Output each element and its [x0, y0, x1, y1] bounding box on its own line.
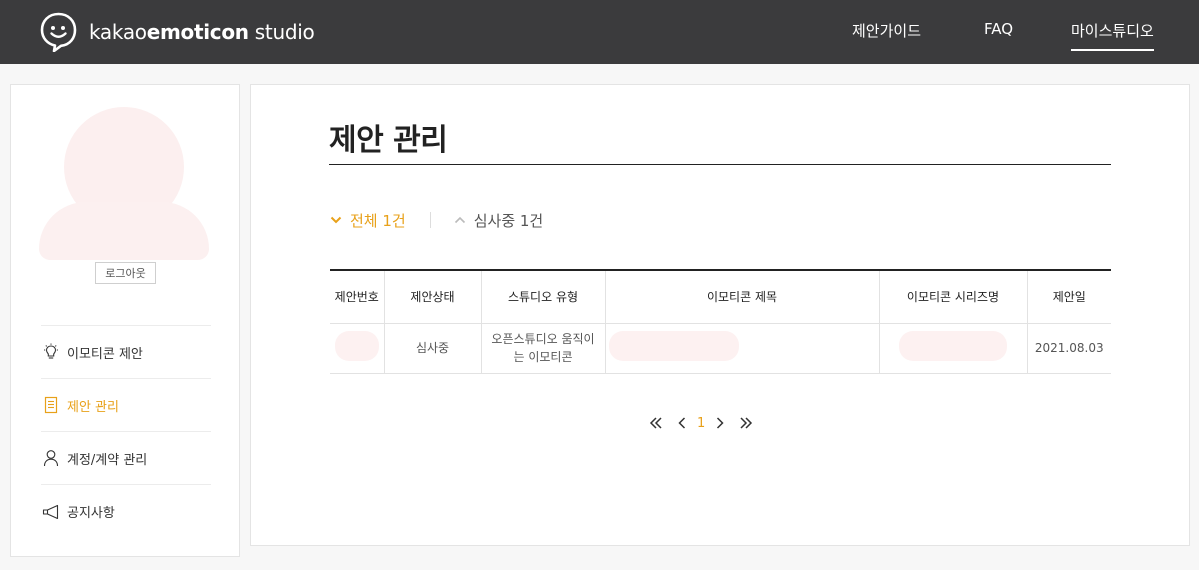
sidebar-item-label: 제안 관리 [67, 399, 119, 415]
logo-text: kakaoemoticon studio [89, 20, 315, 44]
cell-emoticon-title[interactable] [604, 323, 879, 374]
proposal-table: 제안번호 제안상태 스튜디오 유형 이모티콘 제목 이모티콘 시리즈명 제안일 … [330, 269, 1111, 374]
lightbulb-icon [41, 342, 61, 362]
cell-status: 심사중 [383, 323, 481, 374]
column-header: 이모티콘 시리즈명 [878, 269, 1027, 324]
redacted-number [334, 330, 379, 361]
filter-all-label: 전체 1건 [350, 211, 406, 230]
table-row[interactable]: 심사중 오픈스튜디오 움직이 는 이모티콘 2021.08.03 [330, 323, 1111, 374]
person-icon [41, 448, 61, 468]
column-header: 제안일 [1026, 269, 1111, 324]
megaphone-icon [41, 502, 61, 522]
prev-page-button[interactable] [677, 416, 687, 430]
nav-my-studio[interactable]: 마이스튜디오 [1071, 20, 1154, 51]
nav-faq[interactable]: FAQ [984, 20, 1013, 38]
logout-button[interactable]: 로그아웃 [95, 262, 156, 284]
top-header: kakaoemoticon studio 제안가이드 FAQ 마이스튜디오 [0, 0, 1199, 64]
cell-number [330, 323, 384, 374]
page-title: 제안 관리 [329, 123, 448, 158]
next-page-button[interactable] [715, 416, 725, 430]
column-header: 이모티콘 제목 [604, 269, 879, 324]
sidebar-item-proposal-management[interactable]: 제안 관리 [41, 379, 211, 432]
cell-date: 2021.08.03 [1026, 323, 1111, 374]
sidebar-menu: 이모티콘 제안 제안 관리 계정/계약 관리 공지사항 [41, 325, 211, 538]
document-icon [41, 395, 61, 415]
filter-divider [429, 212, 431, 228]
speech-bubble-smile-icon [40, 12, 77, 52]
avatar-body [39, 202, 209, 260]
sidebar-item-notice[interactable]: 공지사항 [41, 485, 211, 538]
column-header: 스튜디오 유형 [480, 269, 605, 324]
cell-studio-type: 오픈스튜디오 움직이 는 이모티콘 [480, 323, 605, 374]
sidebar-item-label: 계정/계약 관리 [67, 452, 148, 468]
main-content: 제안 관리 전체 1건 심사중 1건 제안번호 제안상태 스튜디오 유형 이모티… [250, 84, 1190, 546]
filter-all[interactable]: 전체 1건 [329, 210, 406, 231]
double-chevron-left-icon [649, 417, 662, 429]
sidebar-item-emoticon-proposal[interactable]: 이모티콘 제안 [41, 326, 211, 379]
chevron-right-icon [717, 417, 724, 429]
sidebar: 로그아웃 이모티콘 제안 제안 관리 계정/계약 관리 공지사항 [10, 84, 240, 557]
filter-under-review-label: 심사중 1건 [473, 211, 544, 230]
last-page-button[interactable] [739, 416, 753, 430]
chevron-left-icon [678, 417, 686, 429]
table-header-row: 제안번호 제안상태 스튜디오 유형 이모티콘 제목 이모티콘 시리즈명 제안일 [330, 269, 1111, 324]
nav-proposal-guide[interactable]: 제안가이드 [852, 20, 921, 41]
double-chevron-right-icon [740, 417, 753, 429]
sidebar-item-label: 공지사항 [67, 506, 115, 521]
chevron-down-icon [330, 216, 342, 224]
column-header: 제안상태 [383, 269, 481, 324]
redacted-series [899, 330, 1007, 361]
redacted-title [609, 330, 739, 361]
chevron-up-icon [454, 216, 465, 224]
avatar [39, 107, 209, 260]
filter-under-review[interactable]: 심사중 1건 [453, 210, 544, 231]
pagination: 1 [649, 411, 753, 435]
kakao-emoticon-studio-logo[interactable]: kakaoemoticon studio [40, 12, 315, 52]
cell-series-name [878, 323, 1027, 374]
column-header: 제안번호 [330, 269, 384, 324]
status-filters: 전체 1건 심사중 1건 [329, 209, 543, 231]
sidebar-item-label: 이모티콘 제안 [67, 346, 143, 362]
sidebar-item-account-contract[interactable]: 계정/계약 관리 [41, 432, 211, 485]
page-number-current[interactable]: 1 [697, 416, 705, 431]
first-page-button[interactable] [649, 416, 663, 430]
title-divider [329, 164, 1111, 165]
